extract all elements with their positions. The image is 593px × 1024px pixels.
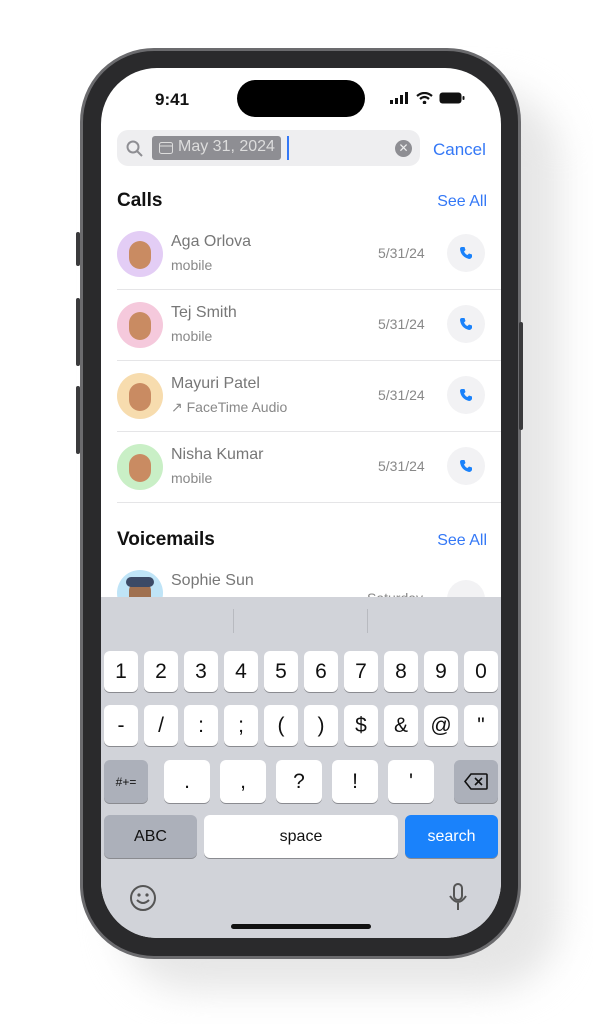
key[interactable]: 5 [264, 651, 298, 692]
contact-name: Mayuri Patel [171, 375, 260, 392]
avatar [117, 231, 163, 277]
key[interactable]: $ [344, 705, 378, 746]
avatar [117, 302, 163, 348]
key[interactable]: 1 [104, 651, 138, 692]
call-type: mobile [171, 257, 213, 273]
call-row[interactable]: Mayuri Patel ↗ FaceTime Audio 5/31/24 [101, 361, 501, 432]
search-icon [126, 140, 143, 157]
key[interactable]: ( [264, 705, 298, 746]
key[interactable]: 8 [384, 651, 418, 692]
search-value: May 31, 2024 [178, 138, 275, 155]
microphone-icon[interactable] [448, 882, 468, 912]
emoji-icon[interactable] [129, 884, 157, 912]
key[interactable]: , [220, 760, 266, 803]
voicemails-title: Voicemails [117, 529, 215, 550]
keyboard: 1 2 3 4 5 6 7 8 9 0- /:;() $ & @ ".,?! ' #+= ABC space … [101, 597, 501, 938]
home-indicator [231, 924, 371, 929]
key[interactable]: ! [332, 760, 378, 803]
date-token[interactable]: May 31, 2024 [152, 136, 281, 160]
key[interactable]: : [184, 705, 218, 746]
call-date: 5/31/24 [378, 245, 425, 261]
key-space[interactable]: space [204, 815, 398, 858]
key[interactable]: 6 [304, 651, 338, 692]
call-button[interactable] [447, 234, 485, 272]
key[interactable]: . [164, 760, 210, 803]
call-type: mobile [171, 328, 213, 344]
key-symbols[interactable]: #+= [104, 760, 148, 803]
text-cursor [287, 136, 289, 160]
calendar-icon [159, 142, 173, 154]
key[interactable]: ? [276, 760, 322, 803]
delete-icon [464, 773, 488, 790]
call-type: mobile [171, 470, 213, 486]
contact-name: Tej Smith [171, 304, 237, 321]
call-row[interactable]: Aga Orlova mobile 5/31/24 [101, 219, 501, 290]
signal-icon [390, 92, 408, 104]
contact-name: Nisha Kumar [171, 446, 264, 463]
key[interactable]: ' [388, 760, 434, 803]
call-date: 5/31/24 [378, 387, 425, 403]
contact-name: Sophie Sun [171, 572, 254, 589]
key[interactable]: " [464, 705, 498, 746]
voicemails-see-all-link[interactable]: See All [437, 532, 487, 550]
battery-icon [439, 92, 465, 104]
phone-icon [460, 318, 472, 330]
key[interactable]: 9 [424, 651, 458, 692]
suggestion-divider [367, 609, 368, 633]
dynamic-island [237, 80, 365, 117]
phone-icon [460, 247, 472, 259]
key-delete[interactable] [454, 760, 498, 803]
wifi-icon [416, 92, 433, 104]
key[interactable]: 4 [224, 651, 258, 692]
key[interactable]: / [144, 705, 178, 746]
call-row[interactable]: Nisha Kumar mobile 5/31/24 [101, 432, 501, 503]
key[interactable]: & [384, 705, 418, 746]
phone-screen: 9:41 May 31, 2024 ✕ Cancel Calls See All… [101, 68, 501, 938]
status-time: 9:41 [155, 90, 190, 109]
action-button [76, 232, 80, 266]
search-field[interactable]: May 31, 2024 ✕ [117, 130, 420, 166]
call-type: ↗ FaceTime Audio [171, 399, 288, 415]
phone-icon [460, 389, 472, 401]
key[interactable]: 2 [144, 651, 178, 692]
call-button[interactable] [447, 376, 485, 414]
call-date: 5/31/24 [378, 316, 425, 332]
contact-name: Aga Orlova [171, 233, 252, 250]
status-icons [390, 92, 465, 104]
calls-title: Calls [117, 190, 163, 211]
calls-see-all-link[interactable]: See All [437, 193, 487, 211]
key[interactable]: 3 [184, 651, 218, 692]
row-divider [117, 502, 501, 503]
avatar [117, 444, 163, 490]
key[interactable]: @ [424, 705, 458, 746]
key[interactable]: 0 [464, 651, 498, 692]
call-button[interactable] [447, 447, 485, 485]
avatar [117, 373, 163, 419]
clear-icon[interactable]: ✕ [395, 140, 412, 157]
key[interactable]: ) [304, 705, 338, 746]
call-date: 5/31/24 [378, 458, 425, 474]
volume-down-button [76, 386, 80, 454]
suggestion-divider [233, 609, 234, 633]
key[interactable]: ; [224, 705, 258, 746]
call-row[interactable]: Tej Smith mobile 5/31/24 [101, 290, 501, 361]
volume-up-button [76, 298, 80, 366]
key[interactable]: 7 [344, 651, 378, 692]
key-search[interactable]: search [405, 815, 498, 858]
call-button[interactable] [447, 305, 485, 343]
phone-icon [460, 460, 472, 472]
key[interactable]: - [104, 705, 138, 746]
power-button [519, 322, 523, 430]
key-abc[interactable]: ABC [104, 815, 197, 858]
cancel-button[interactable]: Cancel [433, 140, 486, 160]
